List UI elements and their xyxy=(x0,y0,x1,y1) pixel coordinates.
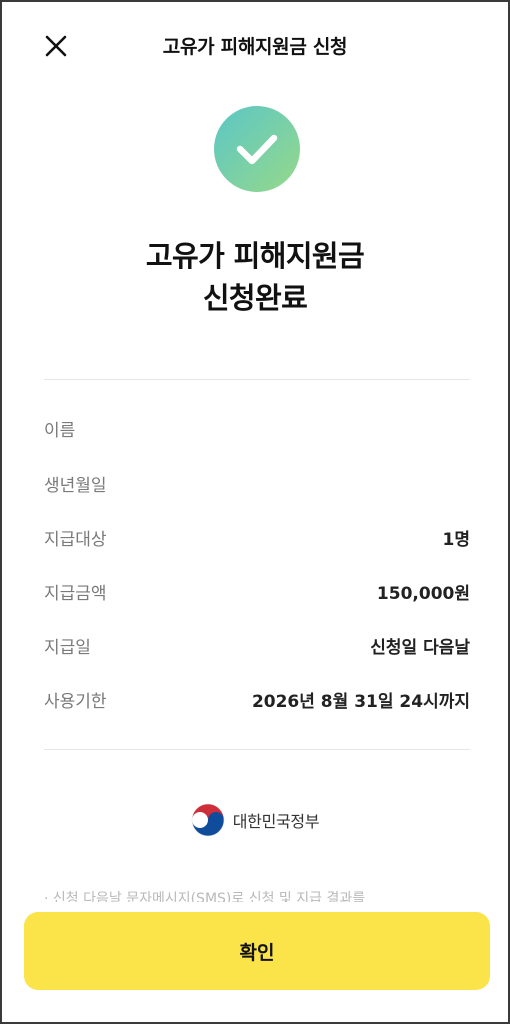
detail-row-birthdate: 생년월일 xyxy=(44,468,470,498)
detail-label: 지급금액 xyxy=(44,583,107,604)
divider-top xyxy=(44,379,470,380)
detail-value: 2026년 8월 31일 24시까지 xyxy=(251,691,470,712)
detail-row-expiry: 사용기한 2026년 8월 31일 24시까지 xyxy=(44,684,470,714)
heading-line-2: 신청완료 xyxy=(202,281,308,315)
app-screen: 고유가 피해지원금 신청 고유가 피해지원금 신청완료 이름 생년월일 지급대상… xyxy=(0,0,510,1024)
detail-label: 사용기한 xyxy=(44,691,107,712)
detail-value: 신청일 다음날 xyxy=(370,637,470,658)
detail-row-recipients: 지급대상 1명 xyxy=(44,522,470,552)
government-name: 대한민국정부 xyxy=(232,812,320,831)
top-bar: 고유가 피해지원금 신청 xyxy=(2,2,508,88)
detail-label: 이름 xyxy=(44,420,76,441)
page-title: 고유가 피해지원금 신청 xyxy=(162,36,348,58)
completion-heading: 고유가 피해지원금 신청완료 xyxy=(2,235,508,319)
detail-value: 150,000원 xyxy=(376,583,470,604)
check-icon xyxy=(236,134,278,165)
detail-value: 1명 xyxy=(442,529,470,550)
detail-label: 지급일 xyxy=(44,637,91,658)
detail-row-payment-date: 지급일 신청일 다음날 xyxy=(44,630,470,660)
detail-label: 생년월일 xyxy=(44,475,107,496)
detail-row-amount: 지급금액 150,000원 xyxy=(44,576,470,606)
detail-row-name: 이름 xyxy=(44,413,470,443)
divider-bottom xyxy=(44,749,470,750)
heading-line-1: 고유가 피해지원금 xyxy=(145,239,365,273)
detail-label: 지급대상 xyxy=(44,529,107,550)
government-logo: 대한민국정부 xyxy=(2,802,508,838)
success-badge xyxy=(214,106,300,192)
taegeuk-icon xyxy=(191,803,225,837)
confirm-button[interactable]: 확인 xyxy=(24,912,490,990)
